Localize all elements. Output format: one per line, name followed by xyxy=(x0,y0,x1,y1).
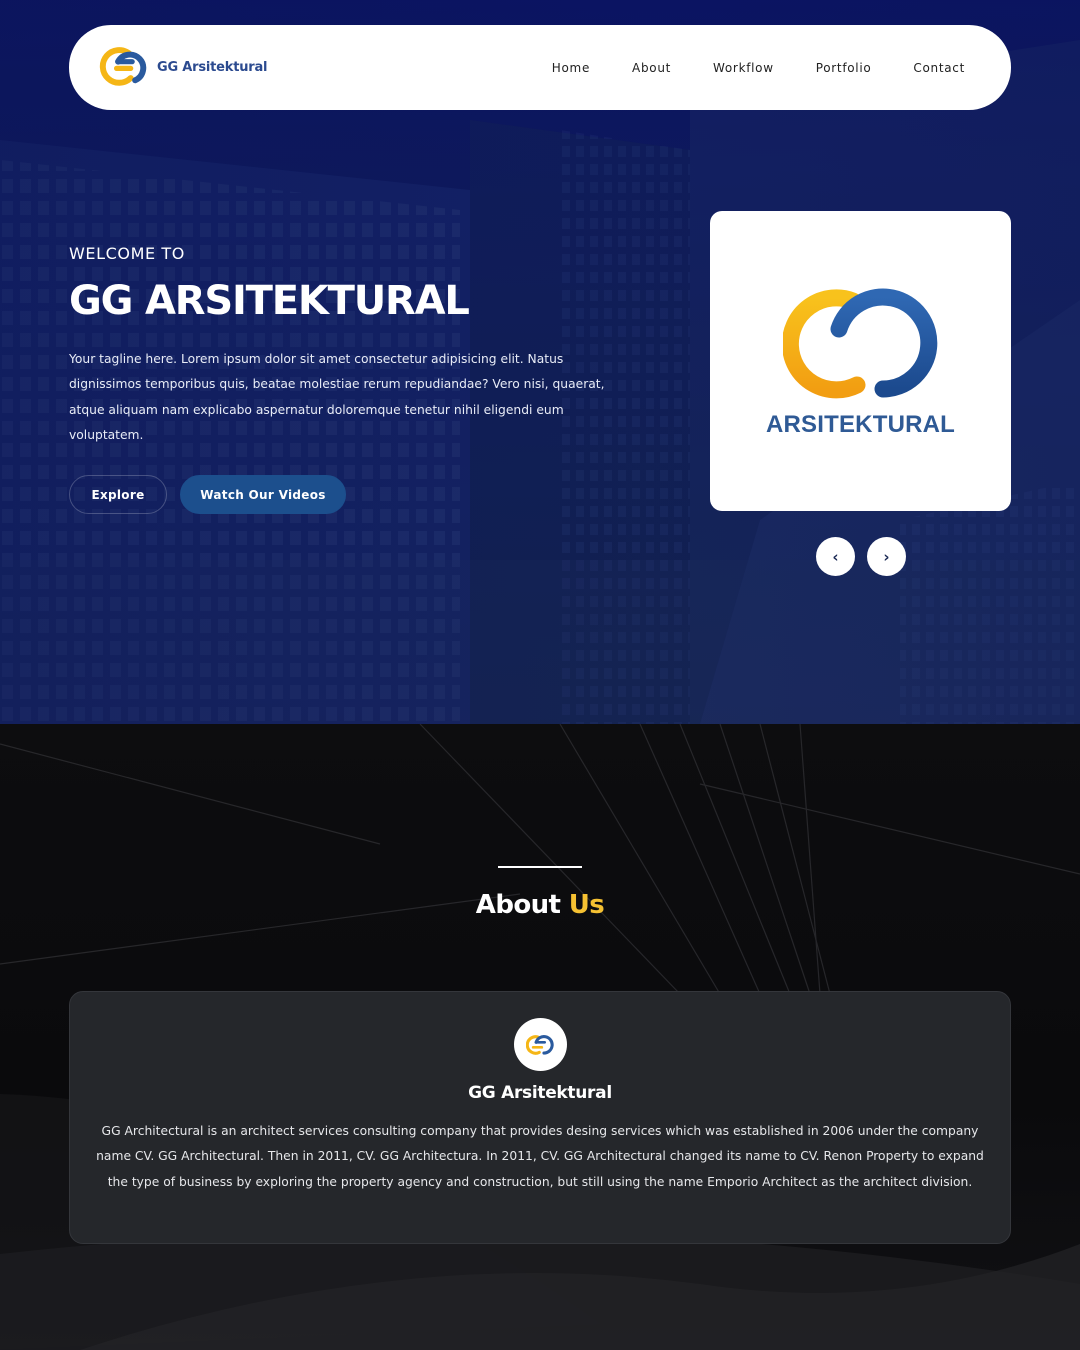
about-card: GG Arsitektural GG Architectural is an a… xyxy=(69,991,1011,1244)
explore-button[interactable]: Explore xyxy=(69,475,167,515)
navbar: GG Arsitektural Home About Workflow Port… xyxy=(69,25,1011,110)
welcome-text: WELCOME TO xyxy=(69,244,185,263)
brand-name: GG Arsitektural xyxy=(157,60,268,75)
carousel-slide: ARSITEKTURAL xyxy=(710,211,1011,511)
nav-link-workflow[interactable]: Workflow xyxy=(692,55,795,81)
hero-section: GG Arsitektural Home About Workflow Port… xyxy=(0,0,1080,724)
hero-buttons: Explore Watch Our Videos xyxy=(69,475,629,515)
nav-link-about[interactable]: About xyxy=(611,55,692,81)
nav-menu: Home About Workflow Portfolio Contact xyxy=(531,55,965,81)
company-avatar xyxy=(513,1018,567,1071)
slide-caption: ARSITEKTURAL xyxy=(765,411,956,438)
hero-tagline: Your tagline here. Lorem ipsum dolor sit… xyxy=(69,352,605,442)
carousel-prev-button[interactable]: ‹ xyxy=(816,537,855,576)
nav-link-contact[interactable]: Contact xyxy=(892,55,965,81)
about-heading: About Us xyxy=(0,890,1080,920)
nav-link-portfolio[interactable]: Portfolio xyxy=(795,55,893,81)
company-description: GG Architectural is an architect service… xyxy=(96,1124,984,1189)
section-divider xyxy=(498,866,582,868)
carousel-next-button[interactable]: › xyxy=(867,537,906,576)
watch-videos-button[interactable]: Watch Our Videos xyxy=(180,475,346,515)
gg-logo-icon xyxy=(99,46,147,86)
company-name: GG Arsitektural xyxy=(468,1083,612,1103)
nav-link-home[interactable]: Home xyxy=(531,55,611,81)
hero-title: GG ARSITEKTURAL xyxy=(69,278,470,324)
gg-logo-icon xyxy=(782,288,937,399)
about-heading-main: About xyxy=(475,890,561,920)
about-heading-accent: Us xyxy=(568,890,605,920)
gg-logo-icon xyxy=(526,1034,554,1055)
about-section: About Us GG Arsitektural GG Architectura… xyxy=(0,724,1080,1350)
brand-link[interactable]: GG Arsitektural xyxy=(95,46,268,90)
hero-content: WELCOME TO GG ARSITEKTURAL Your tagline … xyxy=(69,244,629,515)
